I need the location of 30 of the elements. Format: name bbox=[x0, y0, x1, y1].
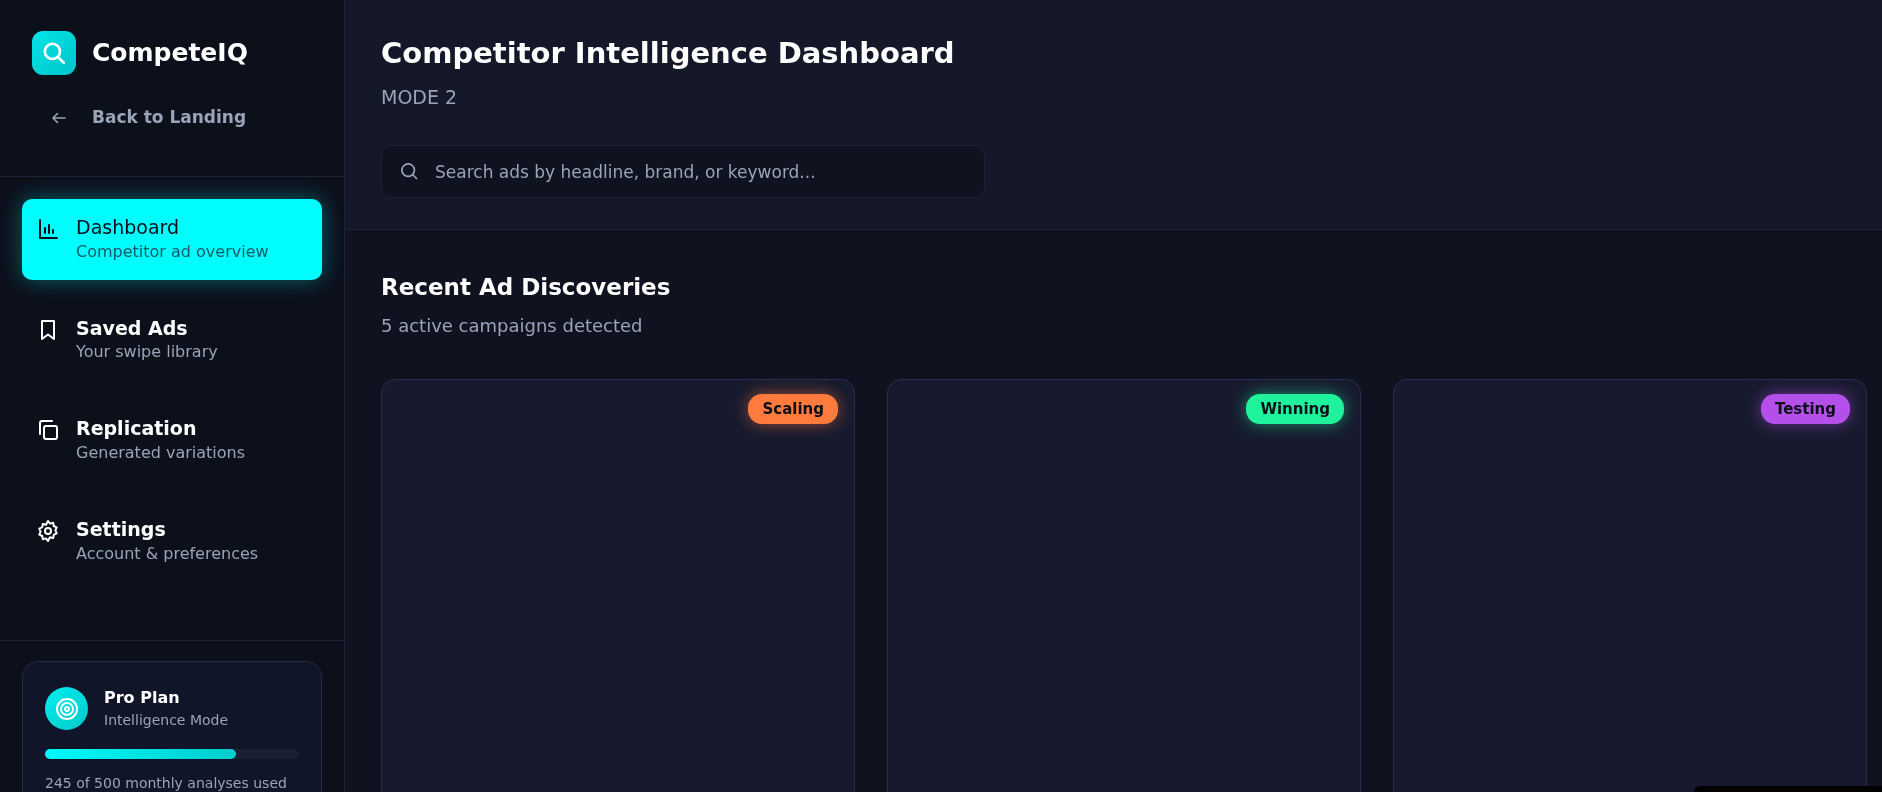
copy-icon bbox=[36, 418, 60, 443]
search-field[interactable]: Search ads by headline, brand, or keyword... bbox=[381, 145, 985, 199]
bar-chart-icon bbox=[36, 217, 60, 241]
nav-item[interactable]: Settings Account & preferences bbox=[22, 501, 322, 582]
nav-item-subtitle: Your swipe library bbox=[76, 341, 218, 364]
brand-name: CompeteIQ bbox=[92, 37, 248, 70]
nav-item[interactable]: Saved Ads Your swipe library bbox=[22, 299, 322, 381]
nav-item-title: Dashboard bbox=[76, 215, 181, 240]
section-title: Recent Ad Discoveries bbox=[381, 274, 672, 302]
plan-subtitle: Intelligence Mode bbox=[104, 711, 229, 730]
status-tag: Scaling bbox=[748, 393, 838, 425]
nav-item-subtitle: Generated variations bbox=[76, 442, 246, 465]
nav-item-title: Replication bbox=[76, 416, 198, 442]
nav-item[interactable]: Replication Generated variations bbox=[22, 400, 322, 482]
usage-text: 245 of 500 monthly analyses used bbox=[45, 774, 288, 792]
logo-icon bbox=[32, 31, 76, 75]
section-subtitle: 5 active campaigns detected bbox=[381, 313, 644, 338]
nav-item-title: Saved Ads bbox=[76, 315, 189, 341]
page-subtitle: MODE 2 bbox=[381, 84, 459, 110]
back-link[interactable]: Back to Landing bbox=[50, 105, 247, 131]
plan-title: Pro Plan bbox=[104, 687, 181, 709]
settings-icon bbox=[36, 519, 60, 544]
status-tag: Testing bbox=[1760, 393, 1850, 425]
nav-item-title: Settings bbox=[76, 517, 167, 542]
nav-item-subtitle: Competitor ad overview bbox=[76, 240, 269, 263]
target-icon bbox=[45, 687, 88, 730]
page-title: Competitor Intelligence Dashboard bbox=[381, 36, 956, 71]
nav-item-subtitle: Account & preferences bbox=[76, 542, 259, 565]
nav-item[interactable]: Dashboard Competitor ad overview bbox=[22, 199, 322, 280]
status-tag: Winning bbox=[1246, 393, 1344, 425]
